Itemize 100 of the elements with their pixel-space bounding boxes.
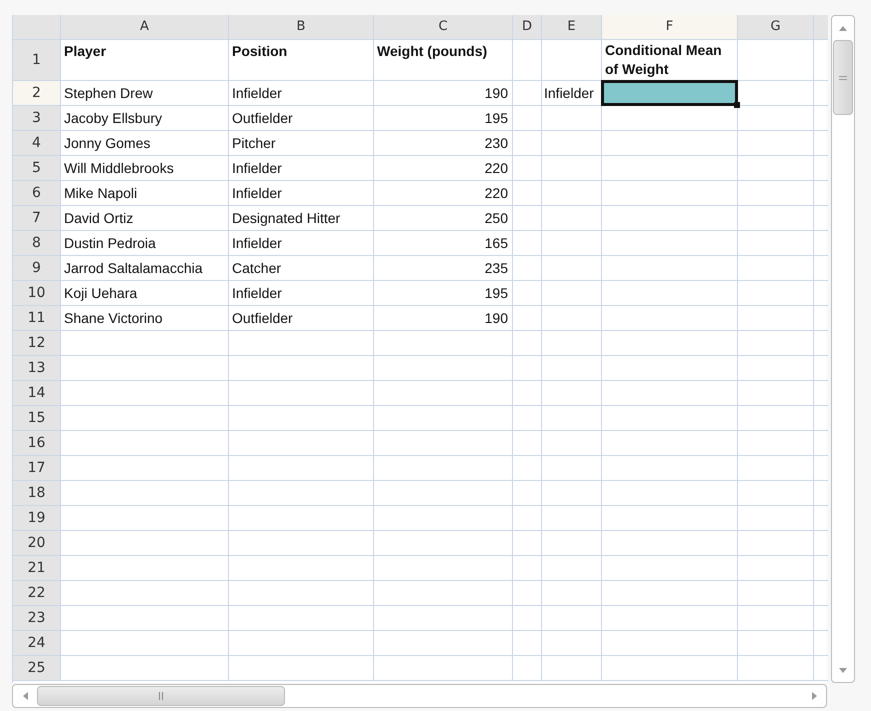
table-cell: David Ortiz xyxy=(64,210,134,226)
row-header[interactable]: 1 xyxy=(13,40,61,81)
table-cell xyxy=(513,431,542,456)
table-cell: 190 xyxy=(484,84,508,102)
table-cell xyxy=(513,606,542,631)
table-cell xyxy=(542,581,602,606)
table-cell: Infielder xyxy=(232,184,282,202)
column-header[interactable]: E xyxy=(542,15,602,40)
table-cell: Mike Napoli xyxy=(64,184,138,202)
row-header[interactable]: 9 xyxy=(13,256,61,281)
table-cell xyxy=(513,356,542,381)
horizontal-scrollbar[interactable] xyxy=(12,684,827,708)
row-header[interactable]: 10 xyxy=(13,281,61,306)
table-cell xyxy=(513,506,542,531)
table-cell xyxy=(542,506,602,531)
row-header[interactable]: 20 xyxy=(13,531,61,556)
table-cell: Outfielder xyxy=(232,110,293,126)
table-cell: Position xyxy=(232,43,288,59)
table-cell xyxy=(542,106,602,131)
row-header[interactable]: 17 xyxy=(13,456,61,481)
scroll-thumb[interactable] xyxy=(833,40,853,115)
column-header[interactable]: D xyxy=(513,15,542,40)
table-cell xyxy=(542,481,602,506)
column-header[interactable]: B xyxy=(229,15,374,40)
table-cell: Pitcher xyxy=(232,134,276,152)
table-cell: 220 xyxy=(484,184,508,202)
row-header[interactable]: 7 xyxy=(13,206,61,231)
table-cell xyxy=(542,381,602,406)
table-cell xyxy=(542,431,602,456)
table-cell: 195 xyxy=(484,110,508,126)
table-cell: Koji Uehara xyxy=(64,284,138,302)
corner-cell[interactable] xyxy=(13,15,61,40)
table-cell xyxy=(542,631,602,656)
row-header[interactable]: 24 xyxy=(13,631,61,656)
table-cell: Catcher xyxy=(232,260,282,276)
table-cell xyxy=(542,231,602,256)
table-cell xyxy=(513,481,542,506)
table-cell xyxy=(542,306,602,331)
table-cell xyxy=(513,381,542,406)
table-cell: Weight (pounds) xyxy=(377,43,488,59)
row-header[interactable]: 2 xyxy=(13,81,61,106)
column-header[interactable] xyxy=(814,15,828,40)
column-header[interactable]: F xyxy=(602,15,738,40)
row-header[interactable]: 13 xyxy=(13,356,61,381)
table-cell: Infielder xyxy=(232,284,282,302)
table-cell: 220 xyxy=(484,160,508,176)
table-cell xyxy=(542,606,602,631)
row-header[interactable]: 8 xyxy=(13,231,61,256)
row-header[interactable]: 6 xyxy=(13,181,61,206)
row-header[interactable]: 15 xyxy=(13,406,61,431)
table-cell: Stephen Drew xyxy=(64,84,153,102)
table-cell: 250 xyxy=(484,210,508,226)
row-header[interactable]: 23 xyxy=(13,606,61,631)
row-header[interactable]: 21 xyxy=(13,556,61,581)
row-header[interactable]: 3 xyxy=(13,106,61,131)
row-header[interactable]: 22 xyxy=(13,581,61,606)
table-cell xyxy=(542,556,602,581)
table-cell: 195 xyxy=(484,284,508,302)
table-cell: Outfielder xyxy=(232,310,293,326)
table-cell xyxy=(542,156,602,181)
row-header[interactable]: 4 xyxy=(13,131,61,156)
table-cell xyxy=(542,281,602,306)
table-cell xyxy=(542,40,602,81)
table-cell xyxy=(542,356,602,381)
active-cell[interactable] xyxy=(601,80,738,106)
table-cell: 230 xyxy=(484,134,508,152)
table-cell xyxy=(513,631,542,656)
column-header[interactable]: C xyxy=(374,15,513,40)
table-cell: Jarrod Saltalamacchia xyxy=(64,260,203,276)
table-cell: Player xyxy=(64,43,106,59)
column-header[interactable]: G xyxy=(738,15,814,40)
table-cell xyxy=(542,531,602,556)
table-cell xyxy=(513,331,542,356)
row-header[interactable]: 19 xyxy=(13,506,61,531)
row-header[interactable]: 16 xyxy=(13,431,61,456)
row-header[interactable]: 5 xyxy=(13,156,61,181)
table-cell: Will Middlebrooks xyxy=(64,160,174,176)
table-cell xyxy=(542,256,602,281)
table-cell: Dustin Pedroia xyxy=(64,234,156,252)
row-header[interactable]: 18 xyxy=(13,481,61,506)
row-header[interactable]: 11 xyxy=(13,306,61,331)
table-cell: 165 xyxy=(484,234,508,252)
table-cell xyxy=(542,181,602,206)
row-header[interactable]: 14 xyxy=(13,381,61,406)
table-cell: 190 xyxy=(484,310,508,326)
table-cell: Conditional Mean of Weight xyxy=(605,41,723,79)
column-header[interactable]: A xyxy=(61,15,229,40)
table-cell xyxy=(542,131,602,156)
table-cell xyxy=(542,406,602,431)
table-cell xyxy=(513,406,542,431)
table-cell xyxy=(542,206,602,231)
table-cell: Jacoby Ellsbury xyxy=(64,110,162,126)
scroll-thumb[interactable] xyxy=(37,686,285,706)
table-cell: Infielder xyxy=(544,84,594,102)
table-cell xyxy=(513,581,542,606)
table-cell xyxy=(542,331,602,356)
row-header[interactable]: 12 xyxy=(13,331,61,356)
table-cell: 235 xyxy=(484,260,508,276)
row-header[interactable]: 25 xyxy=(13,656,61,681)
vertical-scrollbar[interactable] xyxy=(831,15,855,683)
